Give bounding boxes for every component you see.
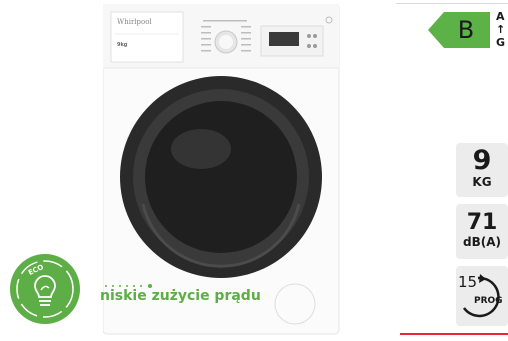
programs-badge: 15 PROG [456,266,508,326]
noise-value: 71 [466,210,498,235]
programs-value: 15 [458,273,478,291]
capacity-value: 9 [472,145,492,176]
bottom-accent-line [400,333,508,335]
energy-class-label: B A ↑ G [428,10,508,50]
energy-scale-bottom: G [496,36,506,49]
energy-scale: A ↑ G [496,10,505,49]
energy-scale-top: A [496,10,505,23]
brand-logo: Whirlpool [117,18,152,26]
capacity-badge: 9 KG [456,143,508,197]
eco-badge: ECO [8,252,82,326]
eco-tagline: niskie zużycie prądu [100,288,261,304]
noise-unit: dB(A) [463,235,501,249]
programs-unit: PROG [474,296,503,306]
energy-class-value: B [457,16,475,44]
energy-scale-arrow: ↑ [496,23,506,36]
noise-badge: 71 dB(A) [456,204,508,259]
capacity-mark: 9kg [117,42,128,48]
capacity-unit: KG [472,175,492,189]
top-divider [396,3,508,4]
eco-bulb-icon [10,254,80,324]
